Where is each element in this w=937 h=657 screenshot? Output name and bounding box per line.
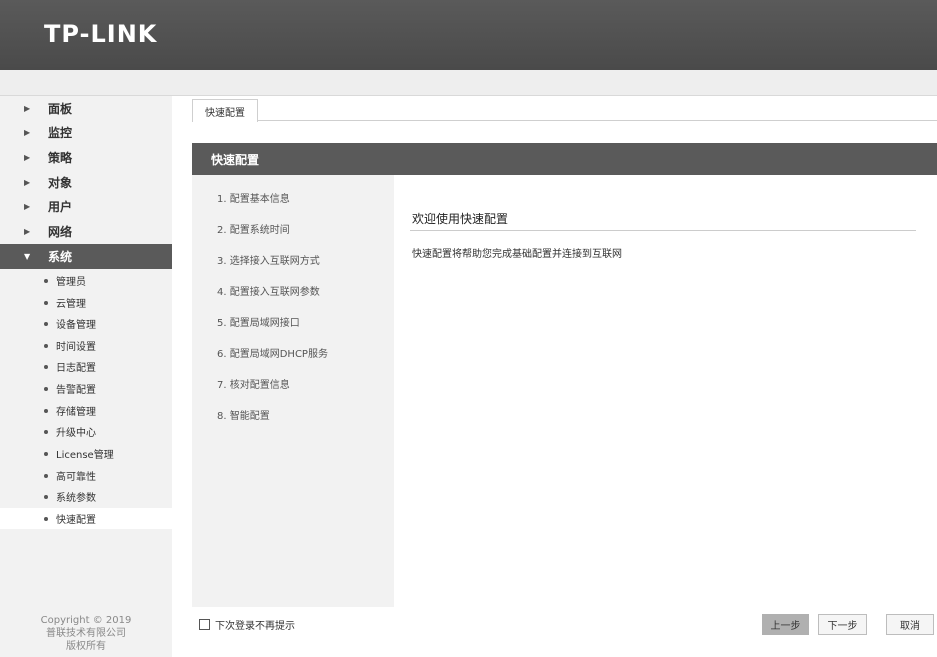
bullet-icon [44,429,48,434]
menu-item-user[interactable]: ▶ 用户 [0,194,172,219]
next-step-button[interactable]: 下一步 [818,614,867,635]
submenu-item-license[interactable]: License管理 [0,443,172,464]
submenu-label: 升级中心 [56,428,96,439]
bullet-icon [44,364,48,369]
bullet-icon [44,321,48,326]
menu-item-dashboard[interactable]: ▶ 面板 [0,96,172,121]
submenu-item-storage[interactable]: 存储管理 [0,400,172,421]
wizard-step: 2. 配置系统时间 [217,225,290,236]
panel-title: 快速配置 [192,143,937,175]
bullet-icon [44,494,48,499]
no-prompt-option[interactable]: 下次登录不再提示 [199,617,295,632]
submenu-label: 时间设置 [56,342,96,353]
caret-down-icon: ▼ [24,252,31,261]
submenu-label: 快速配置 [56,515,96,526]
menu-item-label: 用户 [48,200,73,214]
submenu-item-log[interactable]: 日志配置 [0,356,172,377]
bullet-icon [44,343,48,348]
caret-right-icon: ▶ [24,153,31,162]
submenu-item-alarm[interactable]: 告警配置 [0,378,172,399]
submenu-item-cloud[interactable]: 云管理 [0,292,172,313]
menu-item-label: 策略 [48,151,73,165]
submenu-item-admin[interactable]: 管理员 [0,270,172,291]
welcome-title: 欢迎使用快速配置 [412,212,509,226]
cancel-button[interactable]: 取消 [886,614,934,635]
submenu-label: 设备管理 [56,320,96,331]
submenu-label: 云管理 [56,299,86,310]
menu-item-policy[interactable]: ▶ 策略 [0,145,172,170]
bullet-icon [44,408,48,413]
submenu-label: 高可靠性 [56,472,96,483]
submenu-item-ha[interactable]: 高可靠性 [0,465,172,486]
bullet-icon [44,300,48,305]
menu-item-label: 网络 [48,225,73,239]
wizard-steps: 1. 配置基本信息 2. 配置系统时间 3. 选择接入互联网方式 4. 配置接入… [192,175,394,607]
welcome-description: 快速配置将帮助您完成基础配置并连接到互联网 [412,249,622,260]
submenu-item-params[interactable]: 系统参数 [0,486,172,507]
menu-item-label: 监控 [48,126,73,140]
wizard-step: 7. 核对配置信息 [217,380,290,391]
menu-item-label: 系统 [48,250,73,264]
prev-step-button[interactable]: 上一步 [762,614,809,635]
tab-quick-config[interactable]: 快速配置 [192,99,258,122]
submenu-label: 日志配置 [56,363,96,374]
submenu-item-upgrade[interactable]: 升级中心 [0,421,172,442]
menu-item-system[interactable]: ▼ 系统 [0,244,172,269]
wizard-step: 3. 选择接入互联网方式 [217,256,320,267]
copyright-line: 普联技术有限公司 [46,628,126,639]
copyright: Copyright © 2019 普联技术有限公司 版权所有 [0,614,172,653]
submenu-label: License管理 [56,450,114,461]
menu-item-label: 对象 [48,176,73,190]
menu-item-monitor[interactable]: ▶ 监控 [0,120,172,145]
bullet-icon [44,278,48,283]
wizard-step: 4. 配置接入互联网参数 [217,287,320,298]
submenu-item-quick-config[interactable]: 快速配置 [0,508,172,529]
no-prompt-checkbox[interactable] [199,619,210,630]
wizard-step: 8. 智能配置 [217,411,270,422]
copyright-line: 版权所有 [66,641,106,652]
caret-right-icon: ▶ [24,178,31,187]
wizard-step: 1. 配置基本信息 [217,194,290,205]
top-header: TP-LINK [0,0,937,70]
bullet-icon [44,473,48,478]
bullet-icon [44,386,48,391]
submenu-item-time[interactable]: 时间设置 [0,335,172,356]
submenu-label: 系统参数 [56,493,96,504]
bullet-icon [44,451,48,456]
menu-item-label: 面板 [48,102,73,116]
submenu-label: 告警配置 [56,385,96,396]
caret-right-icon: ▶ [24,202,31,211]
no-prompt-label: 下次登录不再提示 [215,621,295,632]
menu-item-network[interactable]: ▶ 网络 [0,219,172,244]
caret-right-icon: ▶ [24,128,31,137]
wizard-step: 5. 配置局域网接口 [217,318,300,329]
submenu-item-device[interactable]: 设备管理 [0,313,172,334]
sidebar: ▶ 面板 ▶ 监控 ▶ 策略 ▶ 对象 ▶ 用户 ▶ 网络 ▼ 系统 管理员 云管理 设备管理… [0,96,172,657]
submenu-label: 存储管理 [56,407,96,418]
caret-right-icon: ▶ [24,227,31,236]
copyright-line: Copyright © 2019 [40,615,132,626]
wizard-step: 6. 配置局域网DHCP服务 [217,349,328,360]
divider [410,230,916,231]
tab-strip: 快速配置 [192,97,937,122]
header-band [0,70,937,96]
caret-right-icon: ▶ [24,104,31,113]
tp-link-logo: TP-LINK [44,20,158,48]
bullet-icon [44,516,48,521]
submenu-label: 管理员 [56,277,86,288]
menu-item-object[interactable]: ▶ 对象 [0,170,172,195]
